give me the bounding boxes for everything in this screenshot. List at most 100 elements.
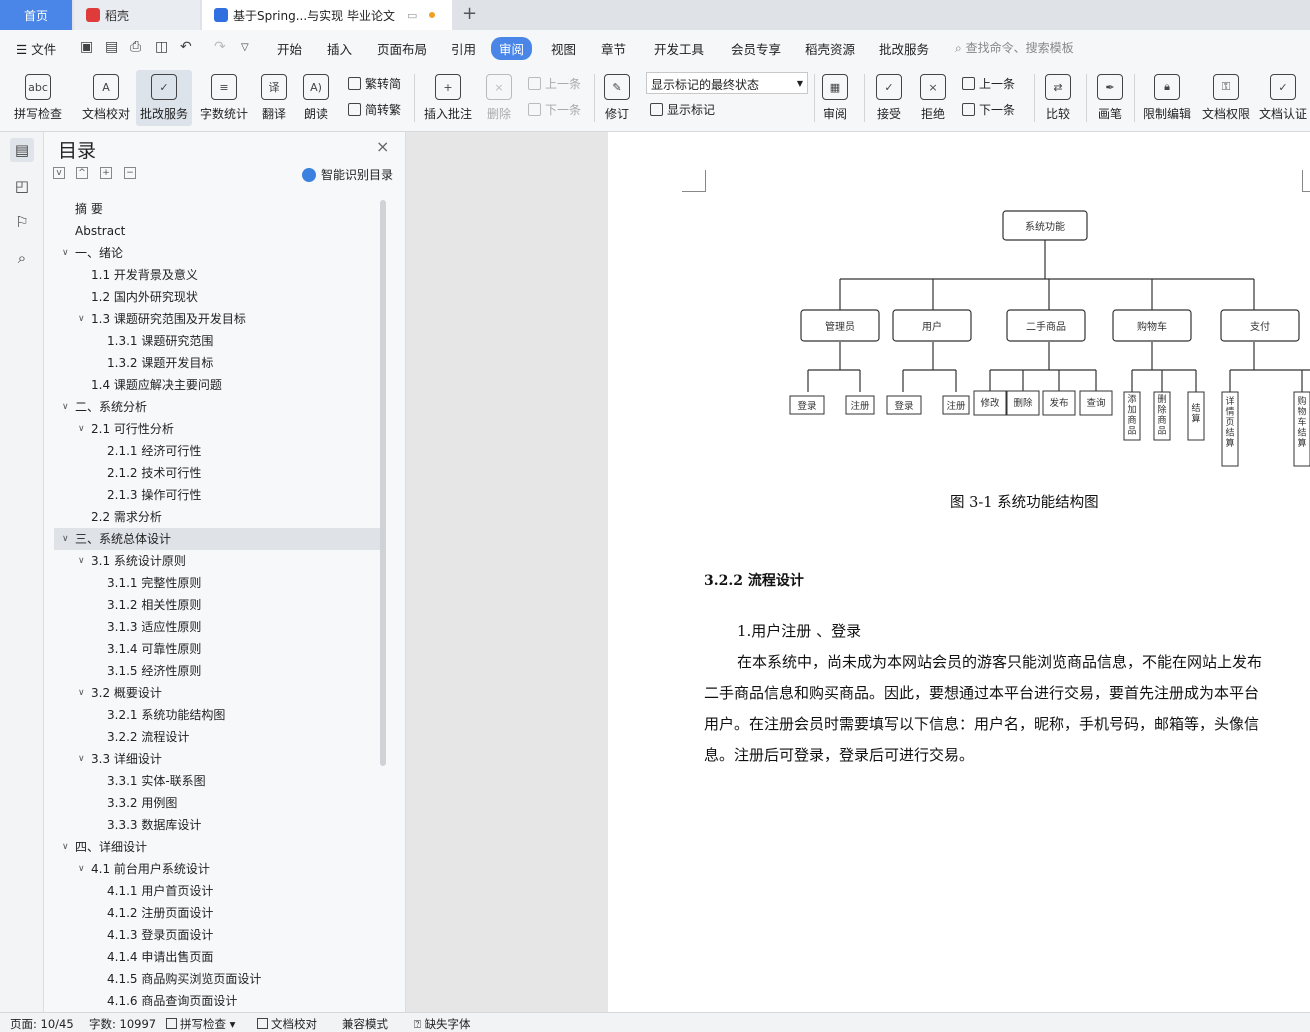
toc-item[interactable]: 4.1.6 商品查询页面设计 — [54, 990, 380, 1006]
doc-auth-button[interactable]: ✓ 文档认证 — [1258, 70, 1308, 126]
close-icon[interactable]: × — [376, 137, 389, 156]
status-spell-check[interactable]: 拼写检查 ▾ — [166, 1016, 235, 1032]
prev-change-button[interactable]: 上一条 — [962, 75, 1015, 92]
smart-toc-button[interactable]: 智能识别目录 — [302, 166, 393, 183]
bookmark-icon[interactable]: ⚐ — [10, 210, 34, 234]
toc-item[interactable]: 3.3.3 数据库设计 — [54, 814, 380, 836]
toc-item[interactable]: ∨ 二、系统分析 — [54, 396, 380, 418]
toc-item[interactable]: 4.1.2 注册页面设计 — [54, 902, 380, 924]
menu-start[interactable]: 开始 — [277, 39, 302, 58]
tab-home[interactable]: 首页 — [0, 0, 72, 30]
toc-item[interactable]: 3.2.2 流程设计 — [54, 726, 380, 748]
toc-item[interactable]: ∨ 3.3 详细设计 — [54, 748, 380, 770]
toc-item[interactable]: 2.1.3 操作可行性 — [54, 484, 380, 506]
toc-item[interactable]: 1.2 国内外研究现状 — [54, 286, 380, 308]
word-count-indicator[interactable]: 字数: 10997 — [89, 1016, 156, 1032]
toc-item[interactable]: 4.1.4 申请出售页面 — [54, 946, 380, 968]
toc-item[interactable]: 4.1.5 商品购买浏览页面设计 — [54, 968, 380, 990]
page-indicator[interactable]: 页面: 10/45 — [10, 1016, 74, 1032]
chevron-down-icon[interactable]: ∨ — [78, 748, 85, 770]
reject-button[interactable]: × 拒绝 — [916, 70, 950, 126]
menu-chapter[interactable]: 章节 — [601, 39, 626, 58]
toc-item[interactable]: 4.1.3 登录页面设计 — [54, 924, 380, 946]
spell-check-button[interactable]: abc 拼写检查 — [10, 70, 66, 126]
toc-item[interactable]: 3.3.2 用例图 — [54, 792, 380, 814]
quick-access-dropdown-icon[interactable]: ▽ — [241, 42, 249, 53]
toc-item[interactable]: 2.1.2 技术可行性 — [54, 462, 380, 484]
toc-item[interactable]: 1.1 开发背景及意义 — [54, 264, 380, 286]
chevron-down-icon[interactable]: ∨ — [78, 682, 85, 704]
chevron-down-icon[interactable]: ∨ — [62, 528, 69, 550]
toc-item[interactable]: ∨ 三、系统总体设计 — [54, 528, 380, 550]
doc-proof-button[interactable]: A 文档校对 — [80, 70, 132, 126]
add-heading-icon[interactable]: + — [100, 167, 112, 179]
collapse-all-icon[interactable]: v — [53, 167, 65, 179]
toc-item[interactable]: ∨ 1.3 课题研究范围及开发目标 — [54, 308, 380, 330]
toc-item[interactable]: ∨ 一、绪论 — [54, 242, 380, 264]
review-pane-button[interactable]: ▦ 审阅 — [818, 70, 852, 126]
tab-document[interactable]: 基于Spring...与实现 毕业论文 ▭ — [202, 0, 452, 30]
print-icon[interactable]: ⎙ — [130, 39, 141, 55]
toc-scrollbar[interactable] — [380, 200, 386, 766]
read-aloud-button[interactable]: A) 朗读 — [300, 70, 332, 126]
toc-item[interactable]: 3.1.1 完整性原则 — [54, 572, 380, 594]
chevron-down-icon[interactable]: ∨ — [62, 836, 69, 858]
menu-correct-service[interactable]: 批改服务 — [879, 39, 929, 58]
prev-comment-button[interactable]: 上一条 — [528, 75, 581, 92]
toc-item[interactable]: 摘 要 — [54, 198, 380, 220]
toc-item[interactable]: 1.3.1 课题研究范围 — [54, 330, 380, 352]
toc-item[interactable]: 1.3.2 课题开发目标 — [54, 352, 380, 374]
chevron-down-icon[interactable]: ∨ — [78, 550, 85, 572]
toc-item[interactable]: 4.1.1 用户首页设计 — [54, 880, 380, 902]
accept-button[interactable]: ✓ 接受 — [872, 70, 906, 126]
toc-item[interactable]: 3.1.5 经济性原则 — [54, 660, 380, 682]
redo-icon[interactable]: ↷ — [214, 39, 226, 55]
pen-button[interactable]: ✒ 画笔 — [1094, 70, 1126, 126]
word-count-button[interactable]: ≡ 字数统计 — [198, 70, 250, 126]
menu-view[interactable]: 视图 — [551, 39, 576, 58]
toc-item[interactable]: 2.1.1 经济可行性 — [54, 440, 380, 462]
menu-member[interactable]: 会员专享 — [731, 39, 781, 58]
trad-to-simp-button[interactable]: 繁转简 — [348, 75, 401, 92]
remove-heading-icon[interactable]: − — [124, 167, 136, 179]
insert-comment-button[interactable]: + 插入批注 — [422, 70, 474, 126]
search-panel-icon[interactable]: ⌕ — [10, 246, 34, 270]
chevron-down-icon[interactable]: ∨ — [78, 418, 85, 440]
toc-item[interactable]: 3.3.1 实体-联系图 — [54, 770, 380, 792]
revise-button[interactable]: ✎ 修订 — [600, 70, 634, 126]
chapter-nav-icon[interactable]: ◰ — [10, 174, 34, 198]
toc-item[interactable]: ∨ 3.1 系统设计原则 — [54, 550, 380, 572]
new-tab-plus-icon[interactable]: + — [462, 3, 477, 24]
missing-font[interactable]: ⍰ 缺失字体 — [414, 1016, 471, 1032]
menu-review[interactable]: 审阅 — [491, 37, 533, 60]
tab-daoke[interactable]: 稻壳 — [74, 0, 200, 30]
toc-item[interactable]: ∨ 四、详细设计 — [54, 836, 380, 858]
chevron-down-icon[interactable]: ∨ — [78, 308, 85, 330]
toc-item[interactable]: ∨ 4.1 前台用户系统设计 — [54, 858, 380, 880]
menu-dev-tools[interactable]: 开发工具 — [654, 39, 704, 58]
file-menu[interactable]: ☰ 文件 — [16, 39, 56, 58]
menu-reference[interactable]: 引用 — [451, 39, 476, 58]
chevron-down-icon[interactable]: ∨ — [78, 858, 85, 880]
next-comment-button[interactable]: 下一条 — [528, 101, 581, 118]
chevron-down-icon[interactable]: ∨ — [62, 396, 69, 418]
toc-item[interactable]: ∨ 2.1 可行性分析 — [54, 418, 380, 440]
export-pdf-icon[interactable]: ▤ — [105, 39, 118, 55]
doc-permission-button[interactable]: ⚿ 文档权限 — [1200, 70, 1252, 126]
save-icon[interactable]: ▣ — [80, 39, 93, 55]
status-doc-proof[interactable]: 文档校对 — [257, 1016, 317, 1032]
toc-item[interactable]: 3.2.1 系统功能结构图 — [54, 704, 380, 726]
toc-item[interactable]: ∨ 3.2 概要设计 — [54, 682, 380, 704]
restrict-edit-button[interactable]: 🔒︎ 限制编辑 — [1140, 70, 1194, 126]
translate-button[interactable]: 译翻译 — [256, 70, 292, 126]
toc-item[interactable]: 3.1.2 相关性原则 — [54, 594, 380, 616]
simp-to-trad-button[interactable]: 简转繁 — [348, 101, 401, 118]
toc-panel-icon[interactable]: ▤ — [10, 138, 34, 162]
toc-item[interactable]: 2.2 需求分析 — [54, 506, 380, 528]
chevron-down-icon[interactable]: ∨ — [62, 242, 69, 264]
correct-service-button[interactable]: ✓ 批改服务 — [136, 70, 192, 126]
menu-daoke-resource[interactable]: 稻壳资源 — [805, 39, 855, 58]
menu-page-layout[interactable]: 页面布局 — [377, 39, 427, 58]
delete-comment-button[interactable]: × 删除 — [482, 70, 516, 126]
monitor-icon[interactable]: ▭ — [407, 9, 417, 22]
